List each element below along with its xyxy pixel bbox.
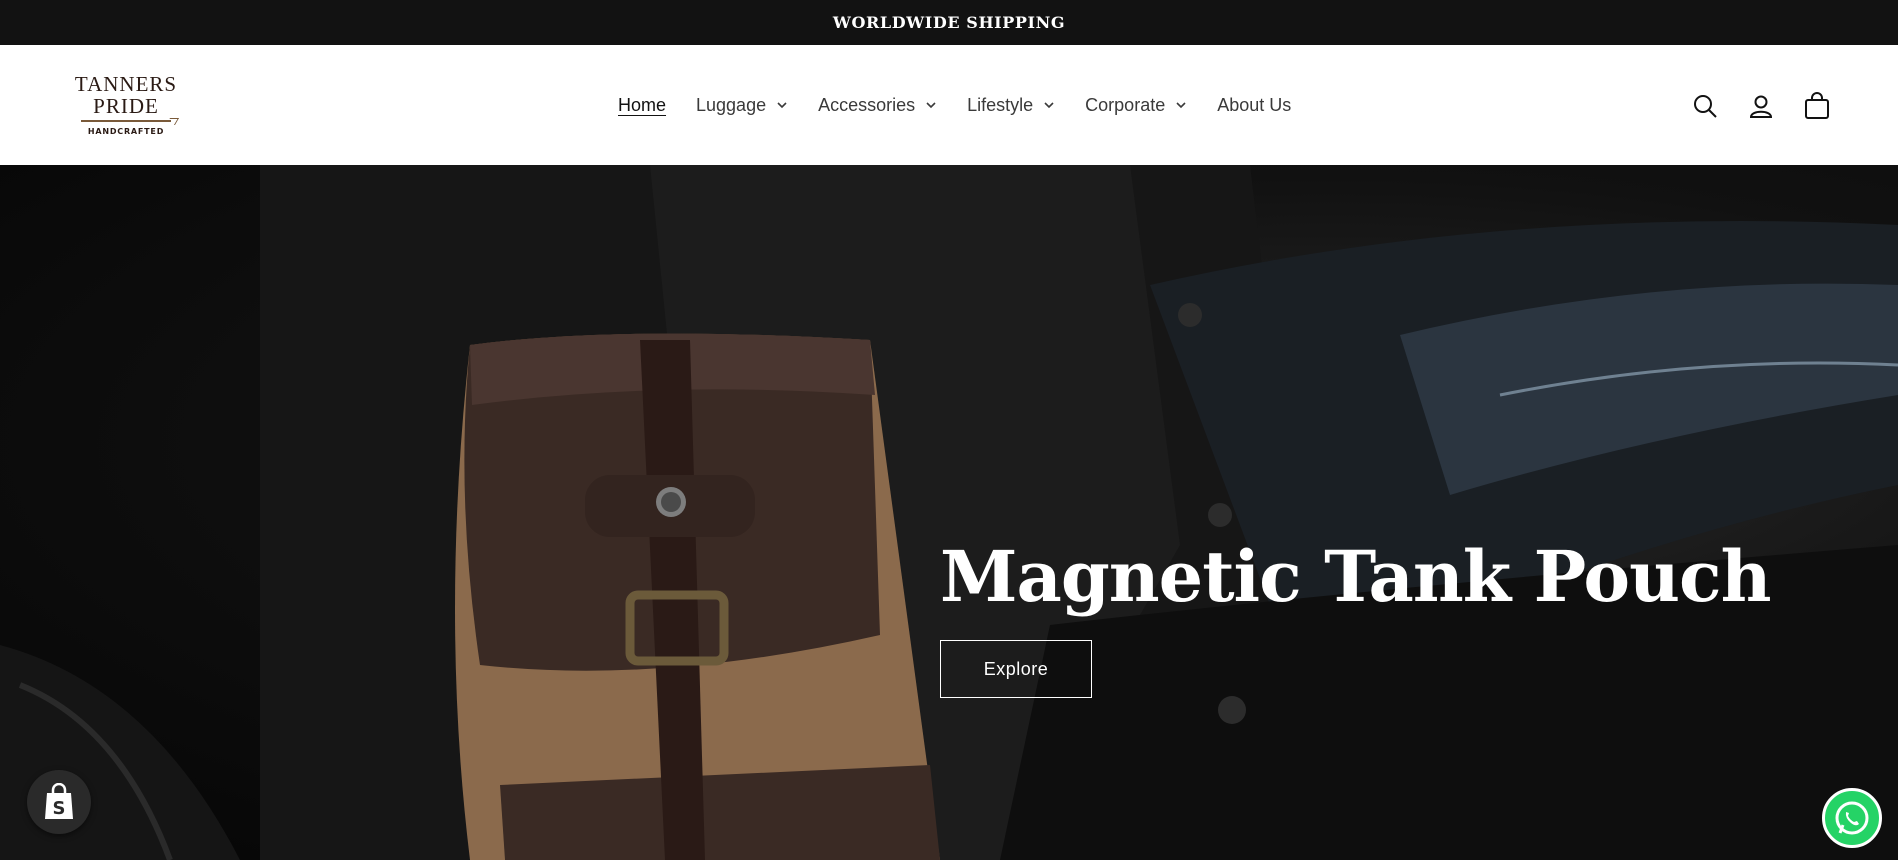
nav-item-luggage[interactable]: Luggage	[696, 95, 788, 116]
store-logo[interactable]: TANNERS PRIDE HANDCRAFTED	[72, 73, 180, 143]
hero-title: Magnetic Tank Pouch	[940, 535, 1772, 618]
nav-item-corporate[interactable]: Corporate	[1085, 95, 1187, 116]
account-button[interactable]	[1746, 91, 1776, 121]
whatsapp-icon	[1835, 801, 1869, 835]
nav-item-home[interactable]: Home	[618, 95, 666, 116]
logo-line-1: TANNERS	[74, 72, 178, 96]
nav-item-label: Luggage	[696, 94, 767, 115]
nav-item-label: Corporate	[1085, 94, 1166, 115]
shopify-bag-icon: S	[45, 783, 73, 819]
nav-item-about-us[interactable]: About Us	[1217, 95, 1291, 116]
account-icon	[1749, 95, 1773, 118]
chevron-down-icon	[926, 102, 936, 109]
announcement-text: WORLDWIDE SHIPPING	[832, 13, 1066, 32]
svg-text:S: S	[53, 798, 66, 819]
main-nav: Home Luggage Accessories Lifestyle Corpo…	[618, 92, 1321, 118]
nav-item-label: Home	[618, 94, 667, 115]
explore-button[interactable]: Explore	[940, 640, 1092, 698]
cart-button[interactable]	[1802, 91, 1832, 121]
hero-banner: Magnetic Tank Pouch Explore	[0, 165, 1898, 860]
site-header: TANNERS PRIDE HANDCRAFTED Home Luggage A…	[0, 45, 1898, 165]
hero-image	[0, 165, 1898, 860]
chevron-down-icon	[1176, 102, 1186, 109]
nav-item-lifestyle[interactable]: Lifestyle	[967, 95, 1055, 116]
header-icons	[1690, 90, 1832, 122]
logo-line-2: PRIDE	[93, 94, 159, 118]
chevron-down-icon	[1044, 102, 1054, 109]
logo-needle-rule	[81, 120, 171, 122]
nav-item-label: Lifestyle	[967, 94, 1034, 115]
nav-item-label: Accessories	[818, 94, 916, 115]
shopify-chat-button[interactable]: S	[27, 770, 91, 834]
search-button[interactable]	[1690, 91, 1720, 121]
nav-item-label: About Us	[1217, 94, 1292, 115]
chevron-down-icon	[777, 102, 787, 109]
nav-item-accessories[interactable]: Accessories	[818, 95, 937, 116]
cart-icon	[1805, 92, 1829, 119]
search-icon	[1694, 95, 1717, 118]
logo-tagline: HANDCRAFTED	[87, 127, 165, 136]
announcement-bar: WORLDWIDE SHIPPING	[0, 0, 1898, 45]
whatsapp-chat-button[interactable]	[1822, 788, 1882, 848]
